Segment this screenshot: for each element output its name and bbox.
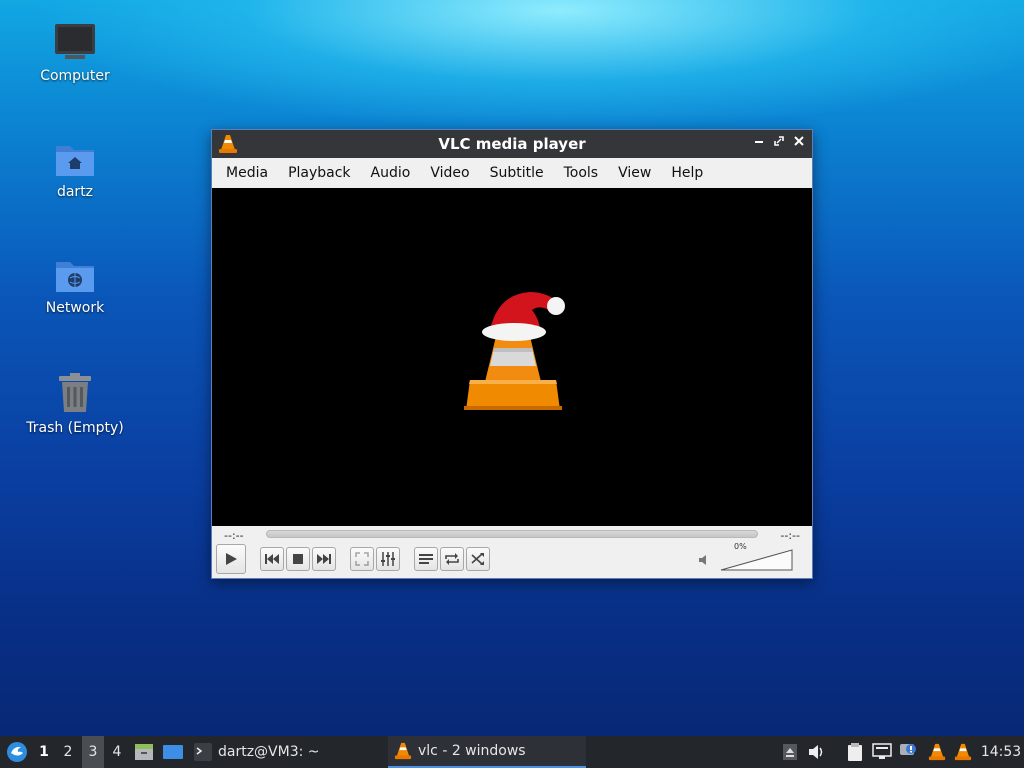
window-title: VLC media player [438,135,586,153]
shuffle-button[interactable] [466,547,490,571]
stop-icon [293,554,303,564]
play-button[interactable] [216,544,246,574]
playlist-icon [419,554,433,564]
desktop-icon [163,745,183,759]
menu-bar: Media Playback Audio Video Subtitle Tool… [212,158,812,188]
clipboard-icon [848,743,862,761]
workspace-4[interactable]: 4 [106,736,128,768]
task-vlc[interactable]: vlc - 2 windows [388,736,586,768]
vlc-tray-1[interactable] [926,736,948,768]
minimize-button[interactable] [750,134,768,152]
file-manager-launcher[interactable] [132,736,156,768]
clock[interactable]: 14:53 [980,736,1022,768]
skip-forward-icon [317,554,331,564]
tray-expand-button[interactable] [780,736,800,768]
previous-button[interactable] [260,547,284,571]
fullscreen-button[interactable] [350,547,374,571]
menu-tools[interactable]: Tools [554,165,609,181]
seek-slider[interactable] [266,530,758,538]
show-desktop-button[interactable] [160,736,186,768]
menu-audio[interactable]: Audio [361,165,421,181]
menu-subtitle[interactable]: Subtitle [480,165,554,181]
workspace-2[interactable]: 2 [57,736,79,768]
playlist-button[interactable] [414,547,438,571]
desktop-icon-home[interactable]: dartz [20,140,130,200]
trash-icon [59,373,91,412]
start-menu-button[interactable] [4,736,30,768]
close-button[interactable] [790,134,808,152]
extended-settings-button[interactable] [376,547,400,571]
home-folder-icon [56,146,94,176]
desktop-icon-label: dartz [56,184,94,200]
vlc-cone-icon [394,742,412,760]
workspace-3[interactable]: 3 [82,736,104,768]
shuffle-icon [471,553,484,565]
notification-icon [900,744,916,755]
menu-view[interactable]: View [608,165,661,181]
menu-help[interactable]: Help [661,165,713,181]
eject-icon [783,744,797,760]
maximize-icon [774,136,784,146]
seek-row: --:-- --:-- [212,526,812,544]
desktop-icon-computer[interactable]: Computer [20,22,130,84]
loop-button[interactable] [440,547,464,571]
video-area[interactable] [212,188,812,526]
network-tray[interactable] [870,736,894,768]
stop-button[interactable] [286,547,310,571]
file-manager-icon [135,744,153,760]
task-terminal[interactable]: dartz@VM3: ~ [194,736,320,768]
skip-back-icon [265,554,279,564]
vlc-cone-icon [954,743,972,761]
desktop-icon-trash[interactable]: Trash (Empty) [20,372,130,436]
total-time: --:-- [780,529,800,542]
vlc-tray-2[interactable] [952,736,974,768]
task-vlc-label: vlc - 2 windows [418,743,526,759]
desktop-icon-label: Trash (Empty) [26,420,124,436]
menu-playback[interactable]: Playback [278,165,360,181]
maximize-button[interactable] [770,134,788,152]
volume-slider[interactable] [720,549,794,571]
desktop-icon-label: Network [45,300,105,316]
clipboard-tray[interactable] [844,736,866,768]
desktop-icon-label: Computer [40,68,110,84]
loop-icon [445,553,459,565]
playback-controls: 0% [212,542,812,578]
notification-tray[interactable] [897,736,919,768]
close-icon [794,136,804,146]
network-folder-icon [56,262,94,292]
play-icon [226,553,237,565]
lxqt-logo-icon [7,742,27,762]
volume-icon [809,745,823,759]
taskbar: 1 2 3 4 dartz@VM3: ~ vlc - 2 windows 14:… [0,736,1024,768]
menu-video[interactable]: Video [420,165,479,181]
elapsed-time: --:-- [224,529,244,542]
speaker-muted-icon[interactable] [698,554,710,566]
equalizer-icon [381,552,395,566]
vlc-christmas-cone-icon [464,292,565,410]
network-icon [872,743,892,759]
computer-icon [55,24,95,59]
task-terminal-label: dartz@VM3: ~ [218,744,320,760]
minimize-icon [755,141,763,143]
menu-media[interactable]: Media [216,165,278,181]
terminal-icon [194,743,212,761]
volume-tray[interactable] [806,736,828,768]
desktop-icon-network[interactable]: Network [20,256,130,316]
vlc-window: VLC media player Media Playback Audio Vi… [211,129,813,579]
vlc-cone-icon [928,743,946,761]
workspace-1[interactable]: 1 [33,736,55,768]
fullscreen-icon [355,552,369,566]
title-bar[interactable]: VLC media player [212,130,812,158]
next-button[interactable] [312,547,336,571]
